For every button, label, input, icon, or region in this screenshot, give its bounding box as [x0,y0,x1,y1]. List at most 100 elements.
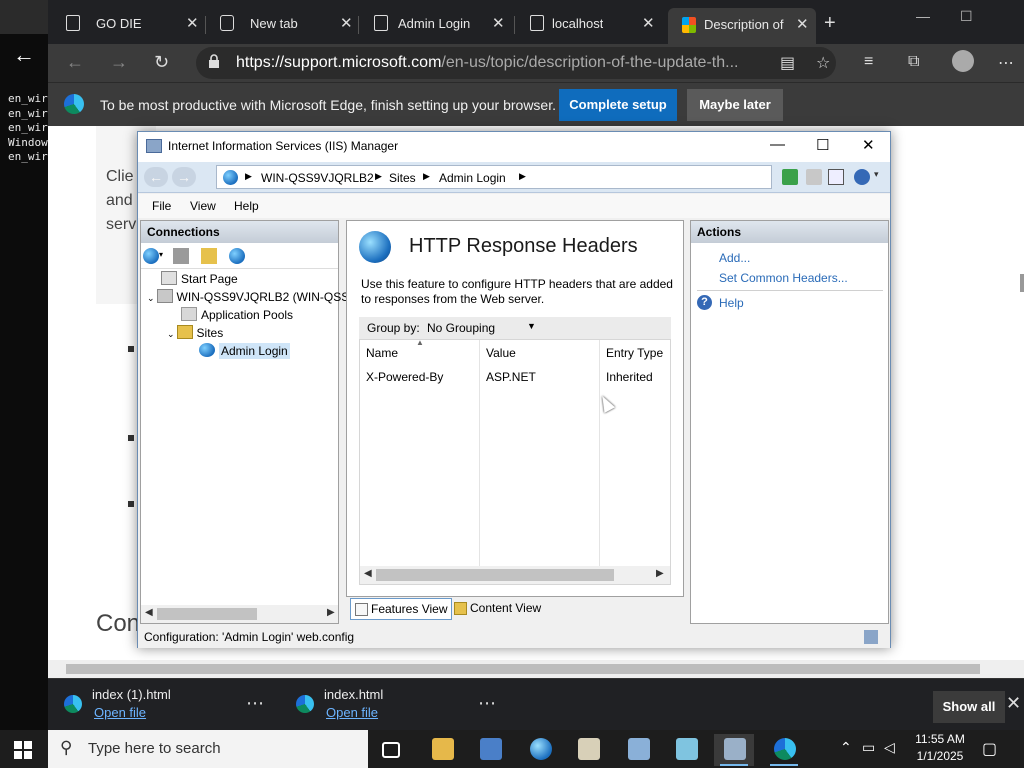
open-file-link[interactable]: Open file [94,705,146,720]
chevron-down-icon[interactable]: ⌄ [147,293,155,303]
minimize-icon[interactable]: — [770,136,785,153]
column-header-entry-type[interactable]: Entry Type [606,346,663,360]
notepad-icon[interactable] [666,734,706,766]
iis-manager-taskbar-icon[interactable] [714,734,754,766]
scroll-right-icon[interactable]: ▶ [656,568,664,579]
chevron-down-icon[interactable]: ⌄ [167,329,175,339]
favorite-star-icon[interactable]: ☆ [816,53,830,73]
tree-item-sites[interactable]: ⌄ Sites [167,325,223,343]
maximize-icon[interactable]: ☐ [816,136,829,154]
notifications-icon[interactable]: ▢ [982,739,997,759]
scrollbar-thumb[interactable] [66,664,980,674]
tree-item-admin-login[interactable]: Admin Login [199,343,290,361]
refresh-icon[interactable]: ↻ [154,52,169,73]
new-tab-button[interactable]: + [824,12,836,35]
scroll-right-icon[interactable]: ▶ [327,607,335,618]
content-view-tab[interactable]: Content View [450,598,545,620]
scroll-left-icon[interactable]: ◀ [145,607,153,618]
menu-help[interactable]: Help [234,199,259,213]
back-icon[interactable]: ← [144,167,168,187]
minimize-icon[interactable]: — [916,8,930,24]
more-options-icon[interactable]: ⋯ [246,693,264,714]
tab-localhost[interactable]: localhost ✕ [516,10,662,40]
horizontal-scrollbar[interactable]: ◀ ▶ [141,605,338,623]
paint-icon[interactable] [568,734,608,766]
scroll-left-icon[interactable]: ◀ [364,568,372,579]
menu-view[interactable]: View [190,199,216,213]
close-icon[interactable]: ✕ [1006,693,1021,714]
favorites-icon[interactable]: ≡ [864,53,873,71]
breadcrumb[interactable]: ▶ WIN-QSS9VJQRLB2 ▶ Sites ▶ Admin Login … [216,165,772,189]
features-view-tab[interactable]: Features View [350,598,453,620]
address-bar[interactable]: https://support.microsoft.com/en-us/topi… [196,47,836,79]
column-header-name[interactable]: Name [366,346,398,360]
clock-date[interactable]: 1/1/2025 [914,749,966,763]
tab-go-die[interactable]: GO DIE ✕ [52,10,202,40]
breadcrumb-admin-login[interactable]: Admin Login [439,171,506,185]
show-all-button[interactable]: Show all [933,691,1005,723]
horizontal-scrollbar[interactable] [48,660,1024,678]
clock-time[interactable]: 11:55 AM [914,732,966,746]
more-options-icon[interactable]: ⋯ [998,53,1014,73]
open-file-link[interactable]: Open file [326,705,378,720]
close-tab-icon[interactable]: ✕ [340,14,353,32]
close-tab-icon[interactable]: ✕ [642,14,655,32]
taskbar-search-box[interactable]: ⚲ Type here to search [48,730,368,768]
complete-setup-button[interactable]: Complete setup [559,89,677,121]
tree-item-server[interactable]: ⌄ WIN-QSS9VJQRLB2 (WIN-QSS [147,289,349,307]
connect-globe-icon[interactable] [143,248,159,264]
chevron-down-icon[interactable]: ▾ [874,169,884,185]
server-manager-icon[interactable] [470,734,510,766]
back-icon[interactable]: ← [66,52,84,73]
group-by-dropdown[interactable]: No Grouping [427,321,495,335]
console-titlebar[interactable] [0,0,48,34]
close-tab-icon[interactable]: ✕ [186,14,199,32]
tree-item-start-page[interactable]: Start Page [161,271,238,289]
chevron-down-icon[interactable]: ▾ [159,250,167,266]
chevron-down-icon[interactable]: ▼ [527,321,536,331]
help-icon[interactable]: ? [697,295,712,310]
reader-view-icon[interactable]: ▤ [780,53,795,73]
task-view-icon[interactable] [372,734,412,766]
scrollbar-thumb[interactable] [157,608,257,620]
breadcrumb-sites[interactable]: Sites [389,171,416,185]
column-header-value[interactable]: Value [486,346,516,360]
close-tab-icon[interactable]: ✕ [492,14,505,32]
chevron-up-icon[interactable]: ⌃ [840,739,852,756]
stop-icon[interactable] [806,169,822,185]
tab-new-tab[interactable]: New tab ✕ [206,10,356,40]
network-icon[interactable]: ▭ [862,739,875,756]
edge-taskbar-icon[interactable] [764,734,804,766]
internet-explorer-icon[interactable] [520,734,560,766]
menu-file[interactable]: File [152,199,171,213]
tree-item-application-pools[interactable]: Application Pools [181,307,293,325]
iis-titlebar[interactable]: Internet Information Services (IIS) Mana… [138,132,890,162]
tab-admin-login[interactable]: Admin Login ✕ [360,10,512,40]
help-action-link[interactable]: Help [719,296,744,310]
volume-muted-icon[interactable]: ◁ [884,739,895,756]
collections-icon[interactable]: ⧉ [908,53,919,71]
set-common-headers-link[interactable]: Set Common Headers... [719,271,848,285]
close-icon[interactable]: ✕ [862,136,875,154]
file-explorer-icon[interactable] [422,734,462,766]
windows-start-icon[interactable] [14,741,32,759]
refresh-server-icon[interactable] [782,169,798,185]
forward-icon[interactable]: → [172,167,196,187]
back-arrow-icon[interactable]: ← [0,36,48,74]
vertical-scrollbar[interactable] [1020,274,1024,292]
help-icon[interactable] [854,169,870,185]
more-options-icon[interactable]: ⋯ [478,693,496,714]
scrollbar-thumb[interactable] [376,569,614,581]
tab-description[interactable]: Description of t ✕ [668,8,816,44]
close-tab-icon[interactable]: ✕ [796,15,809,33]
add-action-link[interactable]: Add... [719,251,750,265]
profile-avatar-icon[interactable] [952,50,974,72]
maybe-later-button[interactable]: Maybe later [687,89,783,121]
folder-up-icon[interactable] [201,248,217,264]
breadcrumb-server[interactable]: WIN-QSS9VJQRLB2 [261,171,374,185]
horizontal-scrollbar[interactable]: ◀ ▶ [360,566,670,584]
home-icon[interactable] [828,169,844,185]
forward-icon[interactable]: → [110,52,128,73]
disconnect-icon[interactable] [229,248,245,264]
save-icon[interactable] [173,248,189,264]
